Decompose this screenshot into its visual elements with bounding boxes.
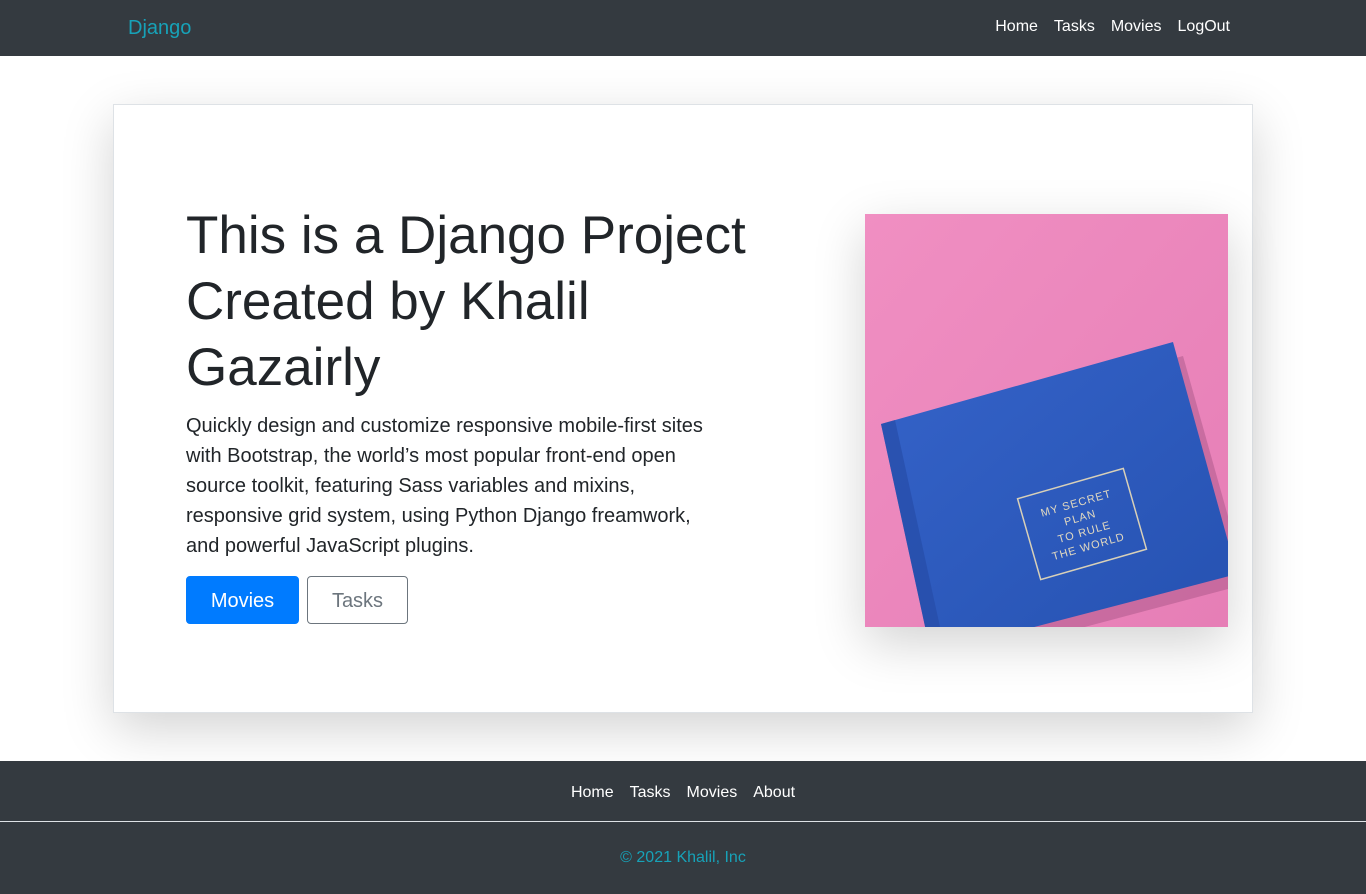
footer: Home Tasks Movies About © 2021 Khalil, I… — [0, 761, 1366, 894]
tasks-button[interactable]: Tasks — [307, 576, 408, 624]
nav-link-logout[interactable]: LogOut — [1178, 17, 1230, 37]
hero-lead: Quickly design and customize responsive … — [186, 415, 703, 557]
hero-title: This is a Django Project Created by Khal… — [186, 206, 746, 397]
notebook-photo: MY SECRET PLAN TO RULE THE WORLD — [865, 214, 1228, 627]
footer-divider — [0, 821, 1366, 822]
footer-links: Home Tasks Movies About — [0, 783, 1366, 803]
hero-card: This is a Django Project Created by Khal… — [113, 104, 1253, 713]
footer-link-about[interactable]: About — [753, 783, 795, 803]
notebook-image: MY SECRET PLAN TO RULE THE WORLD — [865, 214, 1228, 627]
footer-link-movies[interactable]: Movies — [687, 783, 738, 803]
movies-button[interactable]: Movies — [186, 576, 299, 624]
nav-links: Home Tasks Movies LogOut — [995, 17, 1230, 37]
brand-link[interactable]: Django — [128, 16, 191, 40]
copyright-text: © 2021 Khalil, Inc — [620, 849, 746, 866]
nav-link-movies[interactable]: Movies — [1111, 17, 1162, 37]
top-navbar: Django Home Tasks Movies LogOut — [0, 0, 1366, 56]
footer-link-home[interactable]: Home — [571, 783, 614, 803]
nav-link-tasks[interactable]: Tasks — [1054, 17, 1095, 37]
nav-link-home[interactable]: Home — [995, 17, 1038, 37]
footer-link-tasks[interactable]: Tasks — [630, 783, 671, 803]
